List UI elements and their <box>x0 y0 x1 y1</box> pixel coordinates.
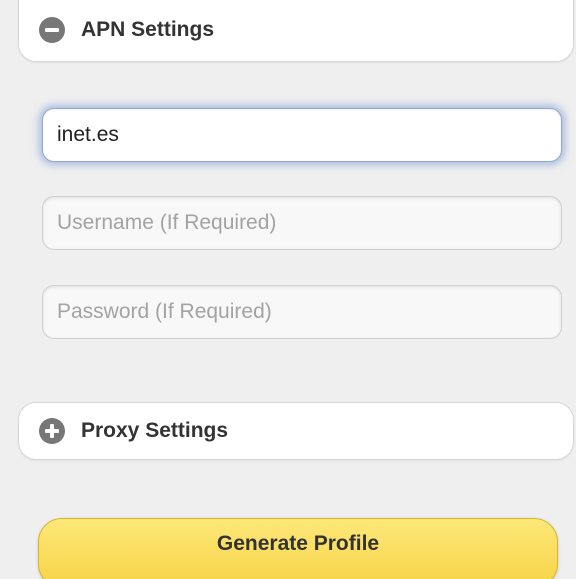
username-input[interactable] <box>42 196 562 250</box>
apn-settings-header[interactable]: APN Settings <box>18 0 574 62</box>
minus-circle-icon <box>39 16 65 43</box>
apn-input[interactable] <box>42 108 562 162</box>
proxy-settings-title: Proxy Settings <box>81 419 229 442</box>
proxy-settings-header[interactable]: Proxy Settings <box>18 402 574 460</box>
plus-circle-icon <box>39 418 65 444</box>
apn-config-page: APN Settings Proxy Settings Generate Pro… <box>0 0 576 579</box>
apn-settings-title: APN Settings <box>81 17 215 41</box>
generate-profile-button[interactable]: Generate Profile <box>38 518 558 579</box>
password-input[interactable] <box>42 285 562 339</box>
